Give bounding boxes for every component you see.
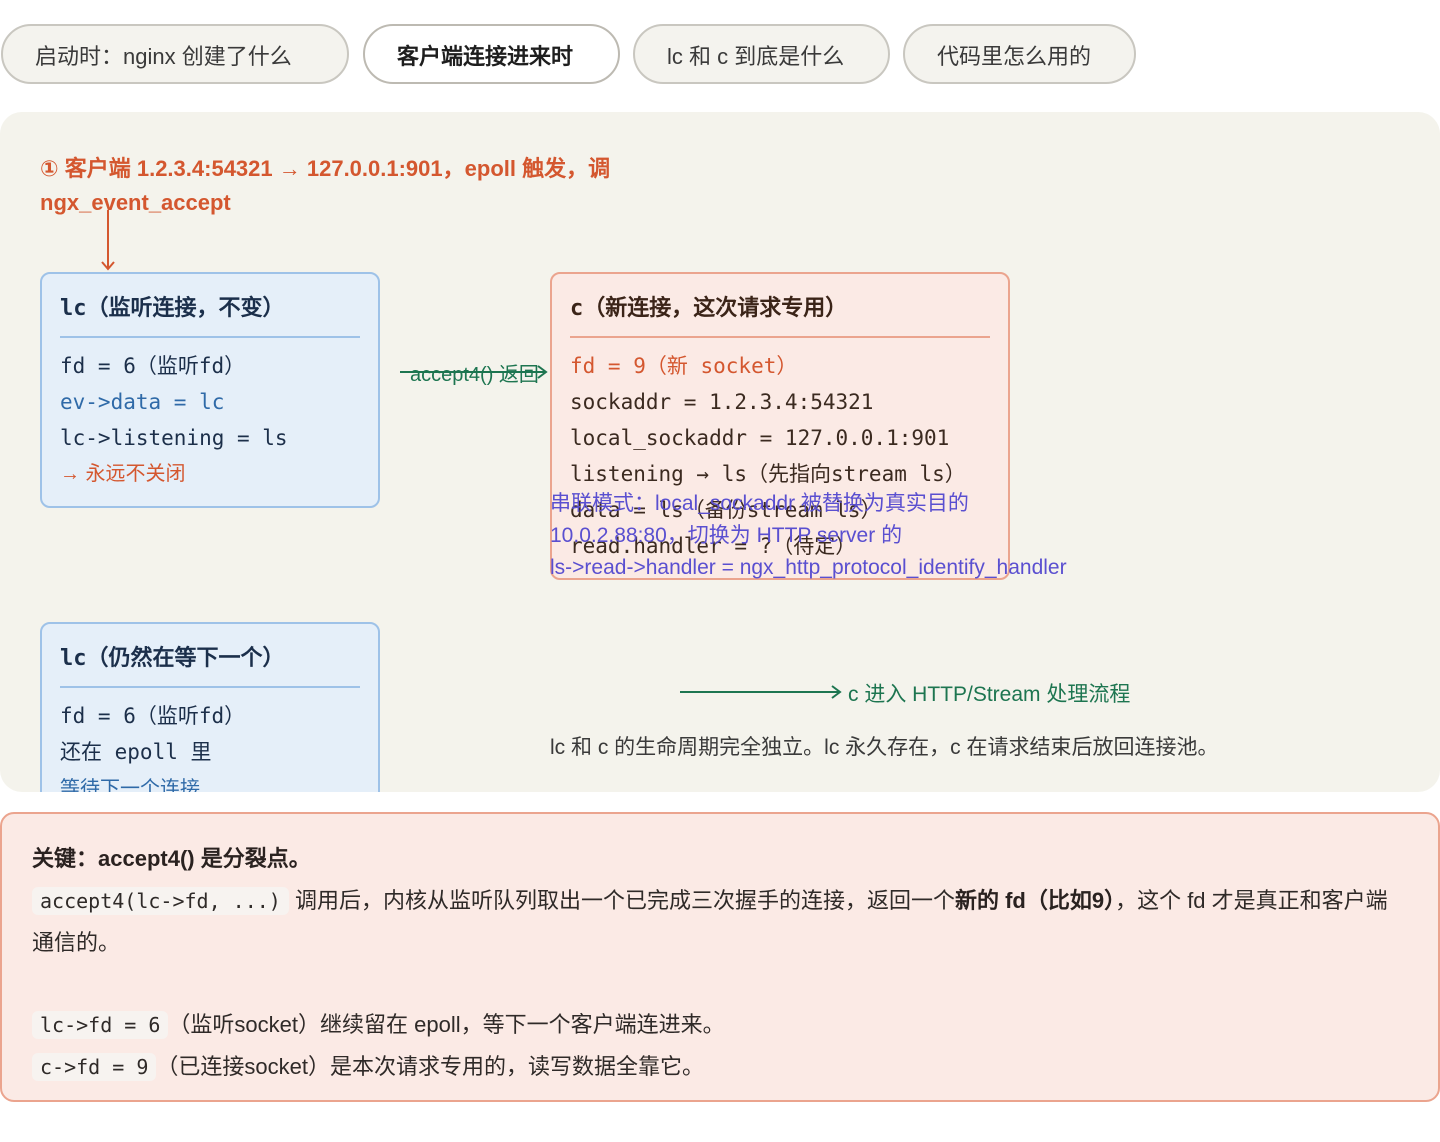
box-line: fd = 9（新 socket） bbox=[570, 354, 798, 378]
box-title: lc（监听连接，不变） bbox=[60, 274, 360, 338]
callout-text: 调用后，内核从监听队列取出一个已完成三次握手的连接，返回一个 bbox=[288, 888, 955, 913]
box-line: fd = 6（监听fd） bbox=[60, 704, 246, 728]
step-1-caption: ① 客户端 1.2.3.4:54321 → 127.0.0.1:901，epol… bbox=[40, 156, 611, 215]
tab-label: 代码里怎么用的 bbox=[937, 44, 1092, 69]
diagram-panel: ① 客户端 1.2.3.4:54321 → 127.0.0.1:901，epol… bbox=[0, 112, 1440, 792]
callout-emphasis: 新的 fd（比如9） bbox=[954, 888, 1116, 913]
listening-connection-box: lc（监听连接，不变） fd = 6（监听fd） ev->data = lc l… bbox=[40, 272, 380, 508]
key-point-callout: 关键：accept4() 是分裂点。 accept4(lc->fd, ...) … bbox=[0, 812, 1440, 1102]
box-title: c（新连接，这次请求专用） bbox=[570, 274, 990, 338]
tab-label: lc 和 c 到底是什么 bbox=[667, 44, 845, 69]
box-title: lc（仍然在等下一个） bbox=[60, 624, 360, 688]
listening-connection-waiting-box: lc（仍然在等下一个） fd = 6（监听fd） 还在 epoll 里 等待下一… bbox=[40, 622, 380, 792]
right-arrow-icon bbox=[680, 685, 842, 699]
box-line: lc->listening = ls bbox=[60, 426, 288, 450]
callout-text: （监听socket）继续留在 epoll，等下一个客户端连进来。 bbox=[168, 1012, 725, 1037]
box-line: 还在 epoll 里 bbox=[60, 740, 212, 764]
callout-text: （已连接socket）是本次请求专用的，读写数据全靠它。 bbox=[156, 1054, 704, 1079]
http-flow-label: c 进入 HTTP/Stream 处理流程 bbox=[848, 683, 1131, 706]
tab-code-usage[interactable]: 代码里怎么用的 bbox=[903, 24, 1136, 84]
box-line: → 永远不关闭 bbox=[60, 463, 186, 485]
tab-label: 客户端连接进来时 bbox=[397, 44, 574, 69]
tab-lc-and-c[interactable]: lc 和 c 到底是什么 bbox=[633, 24, 890, 84]
code-snippet: accept4(lc->fd, ...) bbox=[32, 887, 289, 915]
lifecycle-note: lc 和 c 的生命周期完全独立。lc 永久存在，c 在请求结束后放回连接池。 bbox=[550, 736, 1219, 759]
box-line: ev->data = lc bbox=[60, 390, 225, 414]
tab-startup[interactable]: 启动时：nginx 创建了什么 bbox=[1, 24, 349, 84]
callout-heading: 关键：accept4() 是分裂点。 bbox=[32, 846, 311, 871]
overlay-line: 串联模式：local_sockaddr 被替换为真实目的 bbox=[550, 492, 969, 515]
tab-label: 启动时：nginx 创建了什么 bbox=[35, 44, 292, 69]
code-snippet: lc->fd = 6 bbox=[32, 1011, 169, 1039]
callout-paragraph: accept4(lc->fd, ...) 调用后，内核从监听队列取出一个已完成三… bbox=[32, 880, 1408, 964]
overlay-line: 10.0.2.88:80，切换为 HTTP server 的 bbox=[550, 524, 903, 547]
box-line: fd = 6（监听fd） bbox=[60, 354, 246, 378]
code-snippet: c->fd = 9 bbox=[32, 1053, 157, 1081]
box-line: sockaddr = 1.2.3.4:54321 bbox=[570, 390, 874, 414]
box-line: 等待下一个连接 bbox=[60, 776, 200, 792]
callout-paragraph: lc->fd = 6 （监听socket）继续留在 epoll，等下一个客户端连进… bbox=[32, 1004, 1408, 1046]
down-arrow-icon bbox=[101, 210, 115, 271]
box-line: local_sockaddr = 127.0.0.1:901 bbox=[570, 426, 950, 450]
callout-paragraph: c->fd = 9 （已连接socket）是本次请求专用的，读写数据全靠它。 bbox=[32, 1046, 1408, 1088]
box-line: listening → ls（先指向stream ls） bbox=[570, 462, 966, 486]
overlay-note: 串联模式：local_sockaddr 被替换为真实目的 10.0.2.88:8… bbox=[550, 488, 1150, 584]
tab-client-connect[interactable]: 客户端连接进来时 bbox=[363, 24, 620, 84]
accept-label: accept4() 返回 bbox=[410, 364, 539, 386]
overlay-line: ls->read->handler = ngx_http_protocol_id… bbox=[550, 556, 1067, 579]
